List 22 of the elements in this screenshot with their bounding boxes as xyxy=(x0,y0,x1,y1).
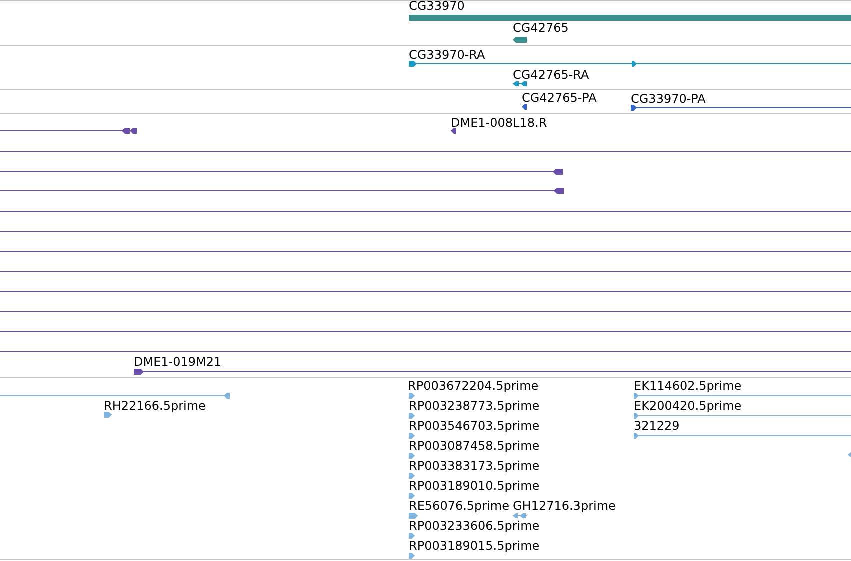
feature-label: CG33970 xyxy=(409,0,465,13)
feature-label: CG42765-PA xyxy=(522,91,597,105)
feature-label: GH12716.3prime xyxy=(513,499,616,513)
feature-label: DME1-019M21 xyxy=(134,355,222,369)
feature-label: DME1-008L18.R xyxy=(451,116,548,130)
feature-label: CG42765 xyxy=(513,21,569,35)
feature-label: EK114602.5prime xyxy=(634,379,742,393)
feature-label: RP003233606.5prime xyxy=(409,519,540,533)
feature-label: RH22166.5prime xyxy=(104,399,206,413)
feature-label: RP003672204.5prime xyxy=(408,379,539,393)
feature-label: RP003189010.5prime xyxy=(409,479,540,493)
feature-label: RP003238773.5prime xyxy=(409,399,540,413)
feature-label: CG33970-RA xyxy=(409,48,486,62)
feature-label: RP003383173.5prime xyxy=(409,459,540,473)
feature-label: RP003546703.5prime xyxy=(409,419,540,433)
feature-label: 321229 xyxy=(634,419,680,433)
feature-label: CG33970-PA xyxy=(631,92,706,106)
feature-label: CG42765-RA xyxy=(513,68,590,82)
feature-label: EK200420.5prime xyxy=(634,399,742,413)
feature-label: RP003087458.5prime xyxy=(409,439,540,453)
feature-label: RP003189015.5prime xyxy=(409,539,540,553)
feature-label: RE56076.5prime xyxy=(409,499,510,513)
